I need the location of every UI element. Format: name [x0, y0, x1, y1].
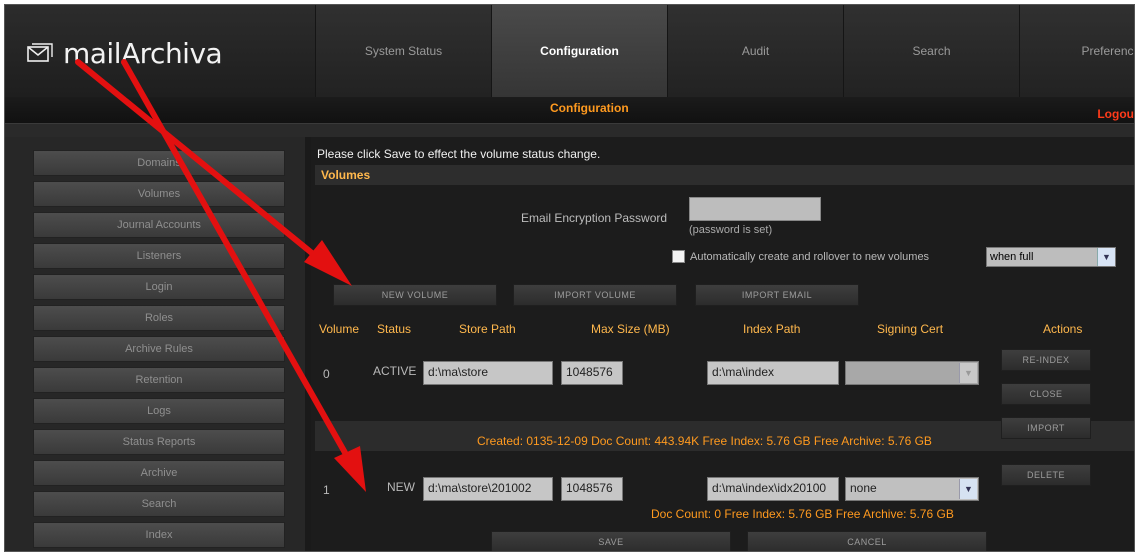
volumes-section-title: Volumes: [321, 168, 371, 182]
store-path-input[interactable]: d:\ma\store\201002: [423, 477, 553, 501]
store-path-input[interactable]: d:\ma\store: [423, 361, 553, 385]
mail-logo-icon: [27, 43, 53, 62]
encryption-password-input[interactable]: [689, 197, 821, 221]
volume-summary: Doc Count: 0 Free Index: 5.76 GB Free Ar…: [651, 507, 954, 521]
sidebar-item-index[interactable]: Index: [33, 522, 285, 548]
save-button[interactable]: SAVE: [491, 531, 731, 551]
cancel-button[interactable]: CANCEL: [747, 531, 987, 551]
index-path-input[interactable]: d:\ma\index: [707, 361, 839, 385]
sidebar-item-archive-rules[interactable]: Archive Rules: [33, 336, 285, 362]
sidebar-item-search[interactable]: Search: [33, 491, 285, 517]
reindex-button[interactable]: RE-INDEX: [1001, 349, 1091, 371]
brand-name: mailArchiva: [63, 36, 223, 70]
chevron-down-icon: ▼: [1097, 248, 1115, 266]
max-size-input[interactable]: 1048576: [561, 361, 623, 385]
max-size-input[interactable]: 1048576: [561, 477, 623, 501]
header-divider: [5, 123, 1134, 137]
volumes-section-header: Volumes: [315, 165, 1134, 185]
auto-rollover-label: Automatically create and rollover to new…: [690, 251, 930, 263]
top-navigation: System Status Configuration Audit Search…: [315, 5, 1134, 97]
main-panel: Please click Save to effect the volume s…: [311, 137, 1134, 551]
volume-summary: Created: 0135-12-09 Doc Count: 443.94K F…: [477, 434, 932, 448]
encryption-password-label: Email Encryption Password: [521, 211, 668, 225]
section-title: Configuration: [550, 101, 629, 115]
column-header-store-path: Store Path: [459, 322, 516, 336]
save-notice: Please click Save to effect the volume s…: [317, 147, 601, 161]
nav-system-status[interactable]: System Status: [315, 5, 491, 97]
sidebar-item-roles[interactable]: Roles: [33, 305, 285, 331]
top-header: mailArchiva System Status Configuration …: [5, 5, 1134, 97]
import-volume-row-button[interactable]: IMPORT: [1001, 417, 1091, 439]
sidebar-item-volumes[interactable]: Volumes: [33, 181, 285, 207]
chevron-down-icon: ▼: [959, 479, 977, 499]
volume-status: ACTIVE: [373, 364, 417, 378]
volume-status: NEW: [387, 480, 415, 494]
nav-configuration[interactable]: Configuration: [491, 5, 667, 97]
volume-id: 1: [323, 483, 330, 497]
signing-cert-select: ▼: [845, 361, 979, 385]
password-set-hint: (password is set): [689, 224, 773, 236]
sub-header: Configuration Logout: [5, 97, 1134, 123]
sidebar-item-login[interactable]: Login: [33, 274, 285, 300]
close-volume-button[interactable]: CLOSE: [1001, 383, 1091, 405]
index-path-input[interactable]: d:\ma\index\idx20100: [707, 477, 839, 501]
rollover-condition-select[interactable]: when full ▼: [986, 247, 1116, 267]
chevron-down-icon: ▼: [959, 363, 977, 383]
brand-logo: mailArchiva: [25, 35, 223, 71]
sidebar-item-logs[interactable]: Logs: [33, 398, 285, 424]
sidebar-item-listeners[interactable]: Listeners: [33, 243, 285, 269]
rollover-selected-value: when full: [990, 251, 1034, 263]
logout-link[interactable]: Logout: [1097, 107, 1134, 121]
sidebar-item-domains[interactable]: Domains: [33, 150, 285, 176]
sidebar-item-retention[interactable]: Retention: [33, 367, 285, 393]
column-header-signing-cert: Signing Cert: [877, 322, 944, 336]
sidebar-item-journal-accounts[interactable]: Journal Accounts: [33, 212, 285, 238]
app-window: mailArchiva System Status Configuration …: [4, 4, 1135, 552]
column-header-actions: Actions: [1043, 322, 1083, 336]
nav-preferences[interactable]: Preferenc: [1019, 5, 1134, 97]
volume-id: 0: [323, 367, 330, 381]
delete-volume-button[interactable]: DELETE: [1001, 464, 1091, 486]
sidebar-item-status-reports[interactable]: Status Reports: [33, 429, 285, 455]
sidebar: Domains Volumes Journal Accounts Listene…: [5, 137, 305, 551]
sidebar-item-archive[interactable]: Archive: [33, 460, 285, 486]
column-header-status: Status: [377, 322, 412, 336]
signing-cert-select[interactable]: none ▼: [845, 477, 979, 501]
auto-rollover-checkbox[interactable]: [672, 250, 685, 263]
nav-search[interactable]: Search: [843, 5, 1019, 97]
new-volume-button[interactable]: NEW VOLUME: [333, 284, 497, 306]
column-header-index-path: Index Path: [743, 322, 801, 336]
import-email-button[interactable]: IMPORT EMAIL: [695, 284, 859, 306]
column-header-max-size: Max Size (MB): [591, 322, 670, 336]
column-header-volume: Volume: [319, 322, 360, 336]
import-volume-button[interactable]: IMPORT VOLUME: [513, 284, 677, 306]
signing-cert-value: none: [850, 481, 877, 495]
nav-audit[interactable]: Audit: [667, 5, 843, 97]
